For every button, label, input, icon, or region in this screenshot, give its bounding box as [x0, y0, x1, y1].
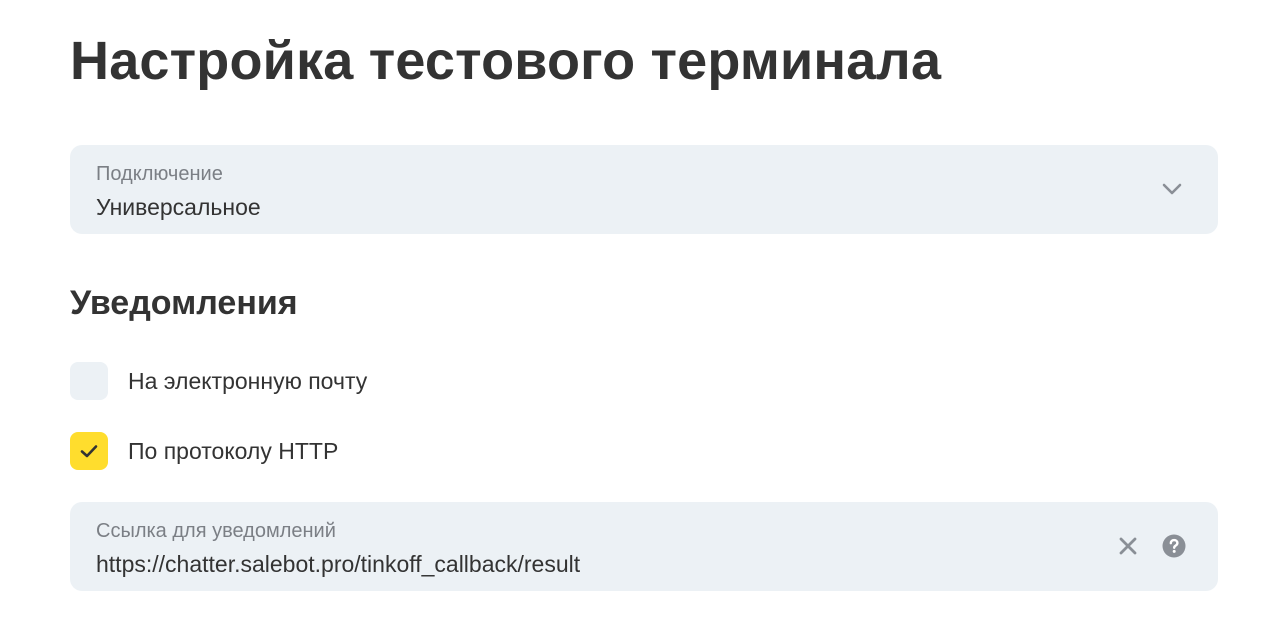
help-icon[interactable] [1162, 534, 1186, 558]
email-notification-option[interactable]: На электронную почту [70, 362, 670, 400]
connection-label: Подключение [96, 163, 223, 185]
connection-select[interactable]: Подключение Универсальное [70, 145, 1218, 234]
http-checkbox-label: По протоколу HTTP [128, 438, 339, 464]
http-checkbox[interactable] [70, 432, 108, 470]
email-checkbox[interactable] [70, 362, 108, 400]
callback-url-field[interactable]: Ссылка для уведомлений https://chatter.s… [70, 502, 1218, 591]
http-notification-option[interactable]: По протоколу HTTP [70, 432, 670, 470]
page-title: Настройка тестового терминала [70, 31, 942, 91]
connection-value: Универсальное [96, 194, 261, 220]
callback-url-label: Ссылка для уведомлений [96, 520, 336, 542]
notifications-title: Уведомления [70, 284, 298, 322]
email-checkbox-label: На электронную почту [128, 368, 368, 394]
close-icon[interactable] [1116, 534, 1140, 558]
chevron-down-icon[interactable] [1160, 177, 1184, 201]
callback-url-input[interactable]: https://chatter.salebot.pro/tinkoff_call… [96, 551, 580, 578]
checkmark-icon [80, 445, 98, 458]
